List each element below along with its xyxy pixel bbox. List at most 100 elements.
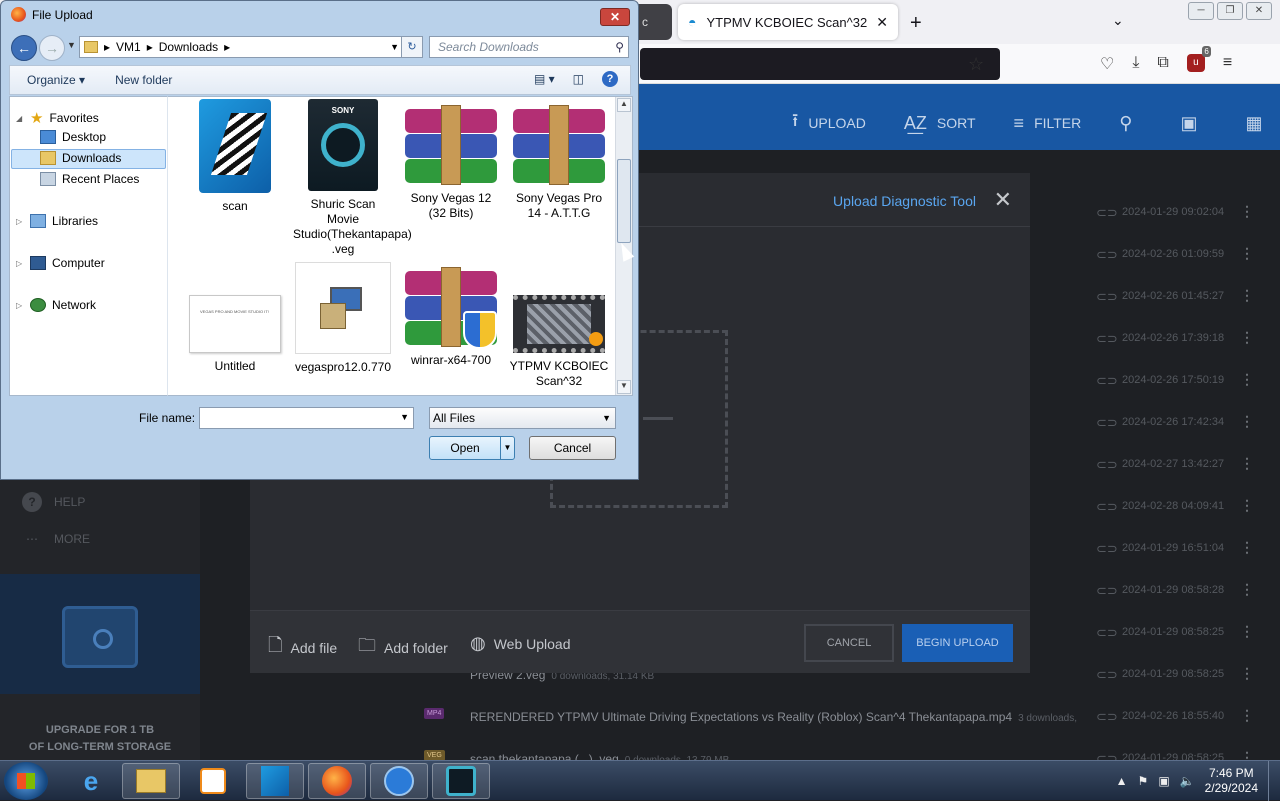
forward-button[interactable]: →	[39, 35, 65, 61]
open-options-dropdown[interactable]: ▼	[500, 437, 514, 459]
ublock-icon[interactable]: u6	[1186, 46, 1211, 72]
expand-arrow-icon[interactable]: ▷	[16, 217, 24, 226]
organize-button[interactable]: Organize ▾	[27, 73, 85, 87]
filter-action[interactable]: ≡ FILTER	[1014, 113, 1082, 134]
share-link-icon[interactable]: ⊂⊃	[1096, 583, 1118, 599]
start-button[interactable]	[4, 762, 48, 800]
nav-favorites[interactable]: ◢ ★ Favorites	[16, 109, 99, 127]
upload-action[interactable]: ⭱ UPLOAD	[792, 108, 866, 138]
add-folder-button[interactable]: 🗀 Add folder	[358, 633, 448, 663]
more-options-icon[interactable]: ⋮	[1240, 203, 1254, 220]
chevron-down-icon[interactable]: ▼	[400, 412, 409, 422]
nav-recent-places[interactable]: Recent Places	[40, 172, 139, 186]
internet-explorer-icon[interactable]: e	[62, 763, 120, 799]
new-tab-button[interactable]: +	[910, 12, 922, 35]
view-options-icon[interactable]: ▤ ▾	[534, 72, 555, 86]
file-item[interactable]: SONY Shuric Scan Movie Studio(Thekantapa…	[293, 99, 412, 257]
share-link-icon[interactable]: ⊂⊃	[1096, 499, 1118, 515]
address-bar[interactable]: ▸ VM1 ▸ Downloads ▸ ▼	[79, 36, 404, 58]
sort-action[interactable]: A͟Z SORT	[904, 113, 976, 134]
more-options-icon[interactable]: ⋮	[1240, 665, 1254, 682]
bookmark-star-icon[interactable]: ☆	[968, 54, 984, 75]
more-options-icon[interactable]: ⋮	[1240, 539, 1254, 556]
share-link-icon[interactable]: ⊂⊃	[1096, 667, 1118, 683]
windows-media-player-icon[interactable]	[370, 763, 428, 799]
downloads-icon[interactable]: ⤓	[1132, 54, 1139, 74]
share-link-icon[interactable]: ⊂⊃	[1096, 331, 1118, 347]
more-link[interactable]: ⋯ MORE	[22, 532, 90, 546]
more-options-icon[interactable]: ⋮	[1240, 329, 1254, 346]
more-options-icon[interactable]: ⋮	[1240, 581, 1254, 598]
minimize-button[interactable]: ─	[1188, 2, 1214, 20]
nav-desktop[interactable]: Desktop	[40, 130, 106, 144]
expand-arrow-icon[interactable]: ▷	[16, 259, 24, 268]
scroll-up-icon[interactable]: ▲	[617, 98, 631, 112]
more-options-icon[interactable]: ⋮	[1240, 497, 1254, 514]
help-icon[interactable]: ?	[602, 71, 618, 87]
file-item[interactable]: YTPMV KCBOIEC Scan^32	[509, 295, 609, 389]
share-link-icon[interactable]: ⊂⊃	[1096, 415, 1118, 431]
breadcrumb-item[interactable]: Downloads	[159, 40, 218, 54]
more-options-icon[interactable]: ⋮	[1240, 413, 1254, 430]
collapse-arrow-icon[interactable]: ◢	[16, 114, 24, 123]
back-button[interactable]: ←	[11, 35, 37, 61]
expand-arrow-icon[interactable]: ▷	[16, 301, 24, 310]
show-desktop-button[interactable]	[1268, 761, 1280, 801]
more-options-icon[interactable]: ⋮	[1240, 287, 1254, 304]
vegas-taskbar-icon[interactable]	[432, 763, 490, 799]
file-item[interactable]: Sony Vegas Pro 14 - A.T.T.G	[509, 105, 609, 221]
chevron-down-icon[interactable]: ▼	[390, 42, 399, 52]
url-bar[interactable]	[640, 48, 1000, 80]
refresh-button[interactable]: ↻	[401, 36, 423, 58]
share-link-icon[interactable]: ⊂⊃	[1096, 289, 1118, 305]
upgrade-banner[interactable]	[0, 574, 200, 694]
more-options-icon[interactable]: ⋮	[1240, 623, 1254, 640]
clock[interactable]: 7:46 PM 2/29/2024	[1205, 766, 1258, 796]
file-item[interactable]: winrar-x64-700	[401, 267, 501, 368]
share-link-icon[interactable]: ⊂⊃	[1096, 625, 1118, 641]
upgrade-text[interactable]: UPGRADE FOR 1 TB OF LONG-TERM STORAGE	[0, 722, 200, 756]
close-window-button[interactable]: ✕	[1246, 2, 1272, 20]
browser-tab-partial[interactable]: c	[636, 4, 672, 40]
web-upload-button[interactable]: ◍ Web Upload	[470, 633, 571, 654]
volume-muted-icon[interactable]: 🔈	[1180, 774, 1195, 788]
show-hidden-icons[interactable]: ▲	[1116, 774, 1128, 788]
browser-tab-active[interactable]: ◓ YTPMV KCBOIEC Scan^32 ✕	[678, 4, 898, 40]
help-link[interactable]: ? HELP	[22, 492, 85, 512]
action-center-flag-icon[interactable]: ⚑	[1138, 774, 1149, 788]
more-options-icon[interactable]: ⋮	[1240, 245, 1254, 262]
file-item[interactable]: vegaspro12.0.770	[293, 262, 393, 375]
share-link-icon[interactable]: ⊂⊃	[1096, 709, 1118, 725]
restore-button[interactable]: ❐	[1217, 2, 1243, 20]
dialog-cancel-button[interactable]: Cancel	[529, 436, 616, 460]
pocket-icon[interactable]: ♡	[1100, 54, 1114, 74]
extensions-icon[interactable]: ⧉	[1157, 54, 1168, 74]
file-name[interactable]: RERENDERED YTPMV Ultimate Driving Expect…	[470, 710, 1077, 724]
more-options-icon[interactable]: ⋮	[1240, 707, 1254, 724]
dialog-close-button[interactable]: ✕	[600, 8, 630, 26]
share-link-icon[interactable]: ⊂⊃	[1096, 247, 1118, 263]
hamburger-menu-icon[interactable]: ≡	[1223, 54, 1232, 74]
scan-app-taskbar-icon[interactable]	[246, 763, 304, 799]
grid-view-icon[interactable]: ▦	[1245, 113, 1262, 134]
begin-upload-button[interactable]: BEGIN UPLOAD	[902, 624, 1013, 662]
nav-libraries[interactable]: ▷ Libraries	[16, 214, 98, 228]
nav-network[interactable]: ▷ Network	[16, 298, 96, 312]
share-link-icon[interactable]: ⊂⊃	[1096, 457, 1118, 473]
recent-locations-dropdown[interactable]: ▼	[67, 40, 76, 50]
firefox-taskbar-icon[interactable]	[308, 763, 366, 799]
file-item[interactable]: Sony Vegas 12 (32 Bits)	[401, 105, 501, 221]
network-tray-icon[interactable]: ▣	[1158, 774, 1169, 788]
new-folder-button[interactable]: New folder	[115, 73, 172, 87]
file-row[interactable]: MP4 RERENDERED YTPMV Ultimate Driving Exp…	[200, 696, 1280, 738]
share-link-icon[interactable]: ⊂⊃	[1096, 205, 1118, 221]
nav-computer[interactable]: ▷ Computer	[16, 256, 105, 270]
media-player-icon[interactable]	[184, 763, 242, 799]
more-options-icon[interactable]: ⋮	[1240, 455, 1254, 472]
close-icon[interactable]: ✕	[994, 187, 1012, 213]
open-button[interactable]: Open ▼	[429, 436, 515, 460]
cancel-button[interactable]: CANCEL	[804, 624, 894, 662]
file-name-field[interactable]: ▼	[199, 407, 414, 429]
nav-downloads[interactable]: Downloads	[40, 151, 121, 165]
file-item[interactable]: scan	[185, 99, 285, 214]
